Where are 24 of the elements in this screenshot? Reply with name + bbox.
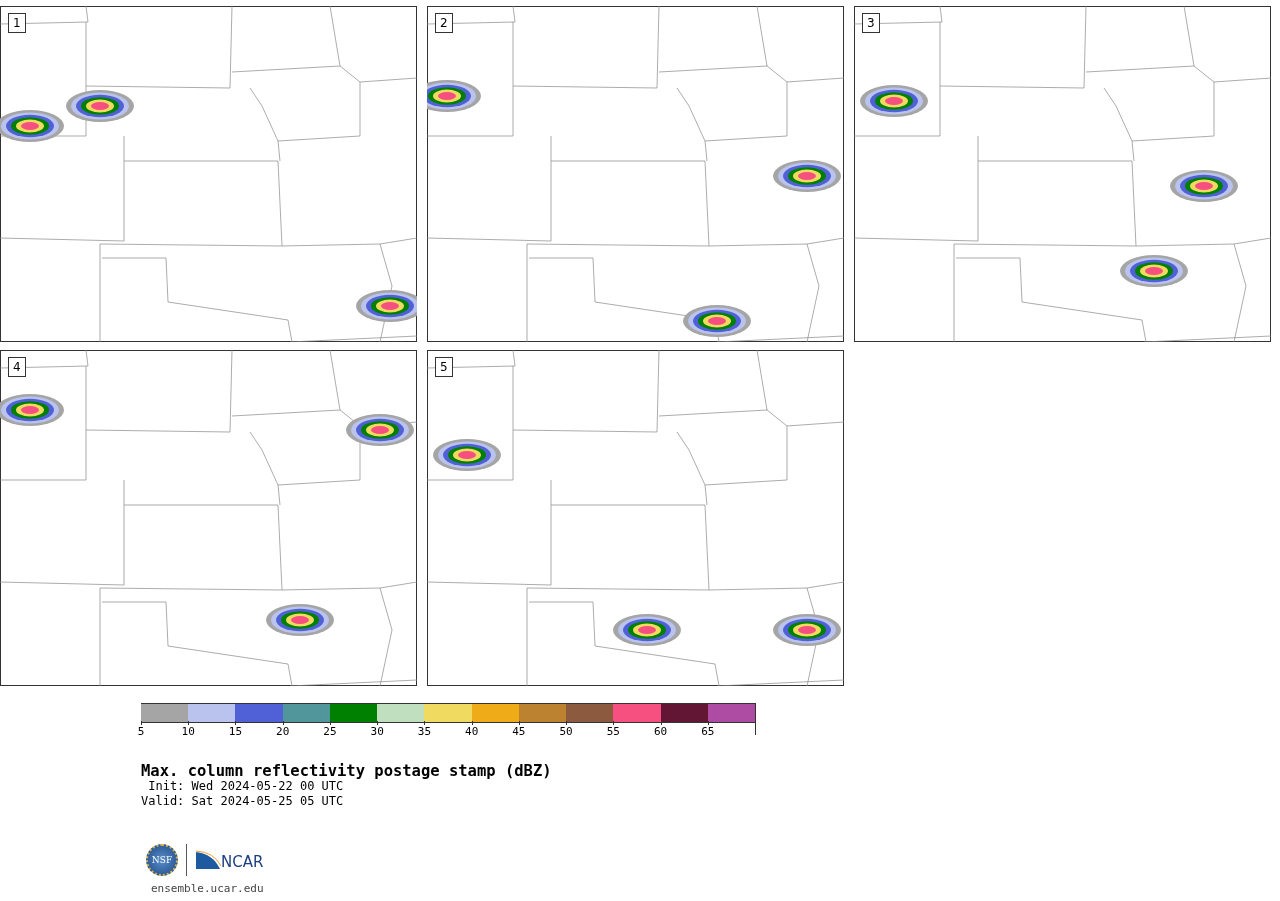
panel-number: 4 [8,357,26,377]
colorbar-tick-label: 15 [228,725,243,738]
panel-number: 3 [862,13,880,33]
colorbar-tick-label: 30 [370,725,384,738]
nsf-logo: NSF [146,844,178,876]
colorbar-tick-label: 65 [701,725,715,738]
colorbar-tick-label: 50 [559,725,573,738]
colorbar-tick-label: 25 [323,725,337,738]
colorbar-tick-label: 60 [653,725,668,738]
valid-time: Valid: Sat 2024-05-25 05 UTC [141,794,345,809]
init-time: Init: Wed 2024-05-22 00 UTC [147,779,345,794]
colorbar-tick-label: 5 [137,725,145,738]
colorbar-tick-label: 45 [512,725,526,738]
panel-number: 5 [435,357,453,377]
colorbar-tick-label: 10 [181,725,195,738]
panel-number: 2 [435,13,453,33]
colorbar-tick-label: 35 [417,725,432,738]
colorbar-tick-label: 40 [465,725,479,738]
ncar-logo: NCAR [195,850,264,870]
chart-title: Max. column reflectivity postage stamp (dBZ) [141,763,553,779]
colorbar-tick-label: 55 [606,725,620,738]
colorbar-tick-label: 20 [276,725,290,738]
website-url: ensemble.ucar.edu [151,882,265,895]
panel-number: 1 [8,13,26,33]
